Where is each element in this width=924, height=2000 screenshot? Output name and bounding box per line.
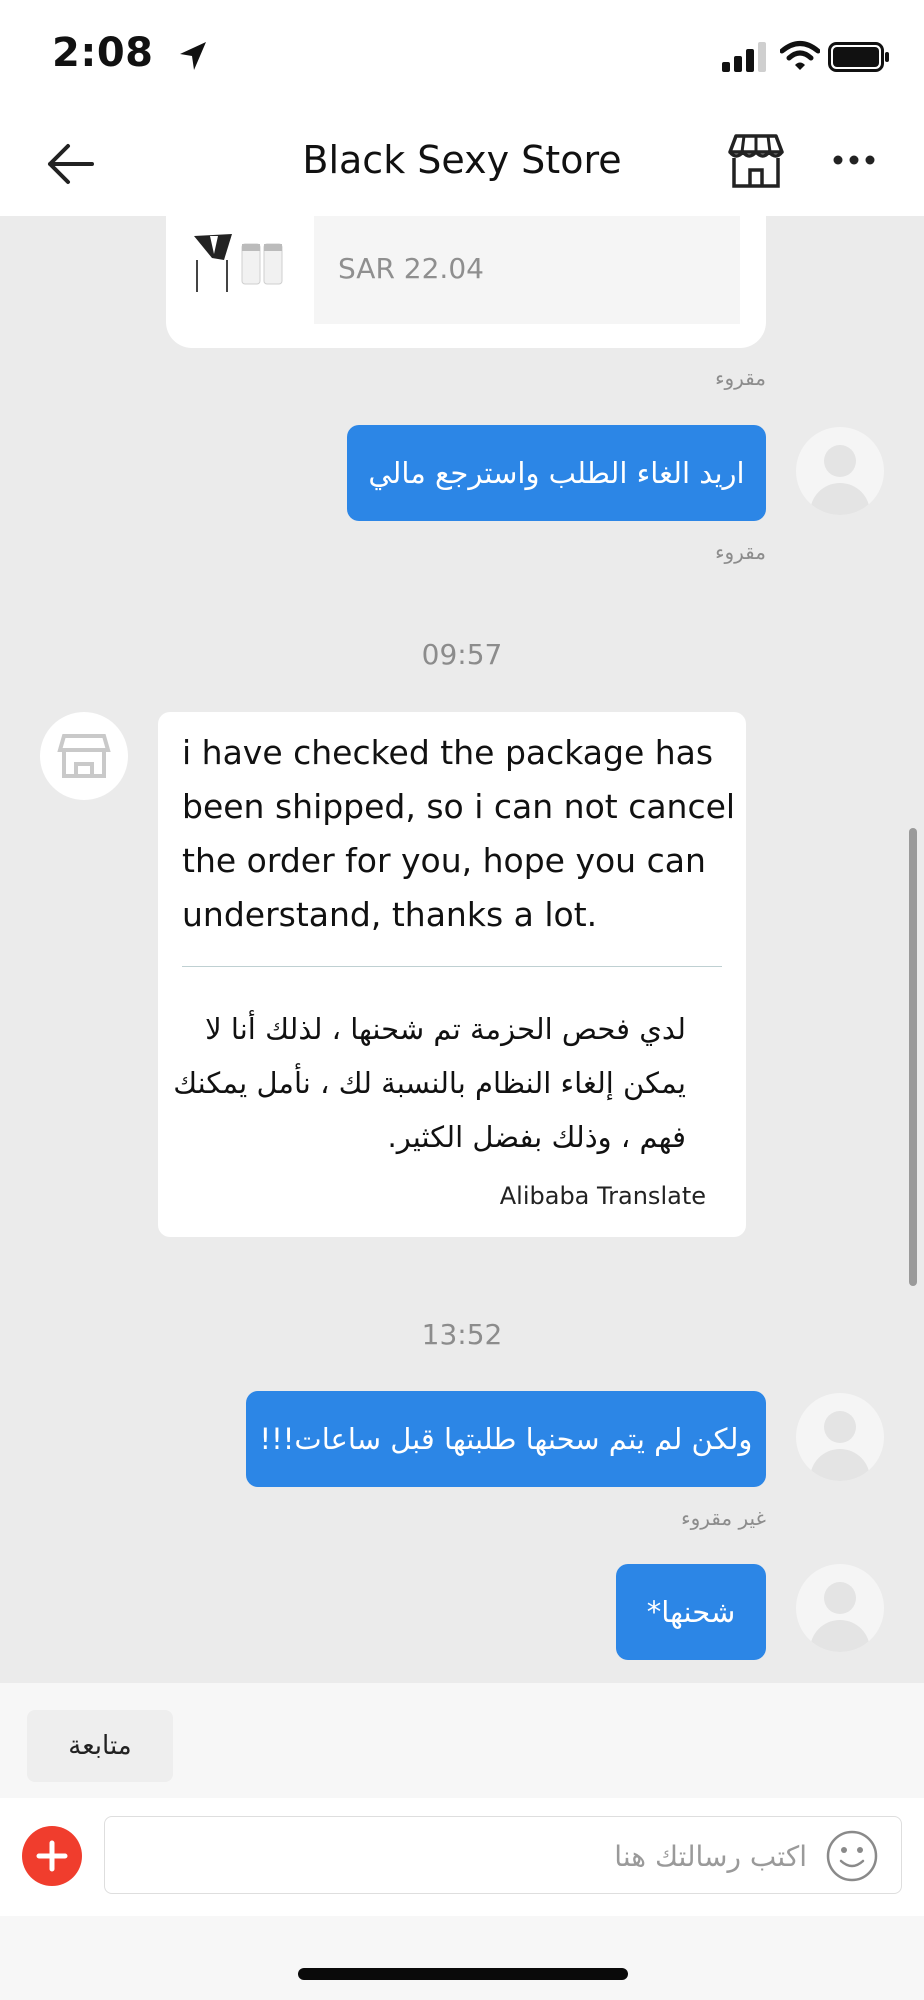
signal-icon [722,42,766,72]
product-price: SAR 22.04 [338,252,484,285]
scrollbar[interactable] [909,828,917,1286]
user-avatar [796,1393,884,1481]
battery-icon [828,42,889,72]
message-input[interactable] [125,1817,809,1895]
translate-credit: Alibaba Translate [499,1182,706,1210]
message-bubble-outgoing[interactable]: ولكن لم يتم سحنها طلبتها قبل ساعات!!! [246,1391,766,1487]
read-status: مقروء [715,540,766,564]
add-attachment-button[interactable] [22,1826,82,1886]
user-avatar [796,1564,884,1652]
store-avatar [40,712,128,800]
translation-divider [182,966,722,967]
follow-button[interactable]: متابعة [27,1710,173,1782]
store-icon[interactable] [726,132,786,190]
emoji-icon[interactable] [825,1829,879,1883]
message-bubble-outgoing[interactable]: شحنها* [616,1564,766,1660]
message-timestamp: 13:52 [421,1318,503,1351]
top-bar: 2:08 Black Sexy Store [0,0,924,216]
status-time: 2:08 [52,30,154,76]
wifi-icon [780,41,820,70]
message-text: i have checked the package has been ship… [182,733,736,934]
translation-text: لدي فحص الحزمة تم شحنها ، لذلك أنا لا يم… [173,1012,686,1154]
product-thumbnail [192,230,288,300]
message-input-container[interactable] [104,1816,902,1895]
plus-icon [36,1840,68,1872]
message-bubble-incoming[interactable]: i have checked the package has been ship… [158,712,746,1237]
more-icon[interactable] [832,154,876,166]
message-bubble-outgoing[interactable]: اريد الغاء الطلب واسترجع مالي [347,425,766,521]
unread-status: غير مقروء [681,1506,766,1530]
user-avatar [796,427,884,515]
home-indicator[interactable] [298,1968,628,1980]
message-timestamp: 09:57 [421,638,503,671]
store-avatar-icon [57,734,111,778]
location-arrow-icon [180,42,206,70]
read-status: مقروء [715,366,766,390]
